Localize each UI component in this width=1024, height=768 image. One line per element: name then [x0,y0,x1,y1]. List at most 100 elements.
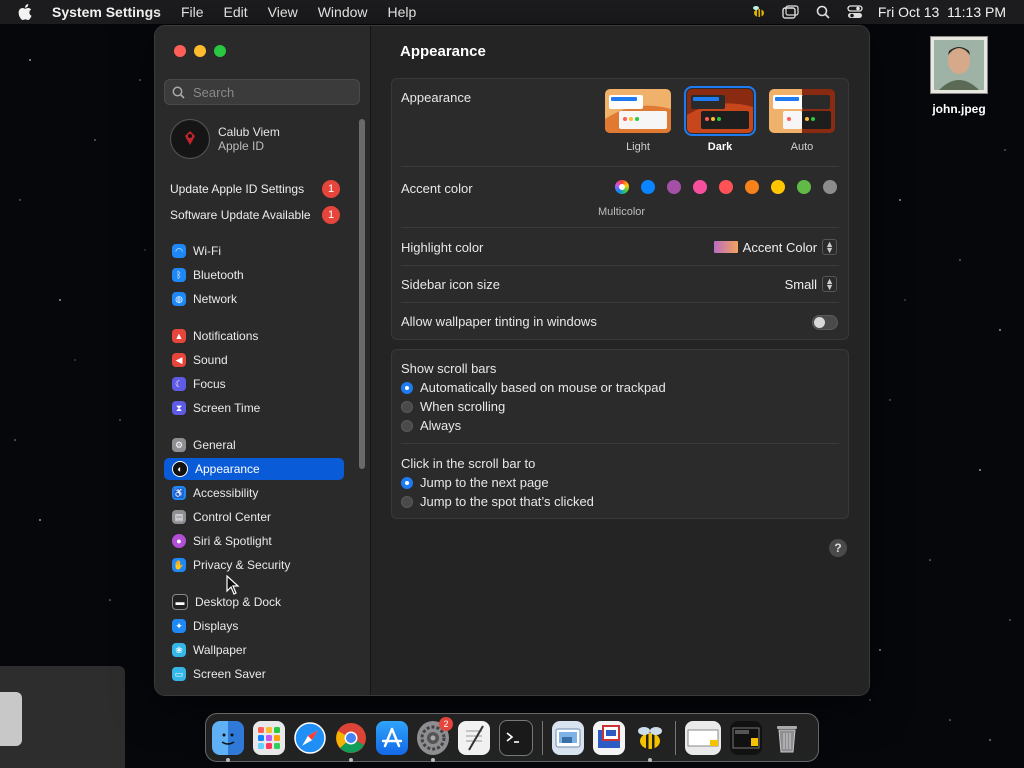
click-option-next-page[interactable]: Jump to the next page [401,475,549,490]
sidebar-item-appearance[interactable]: ◐ Appearance [164,458,344,480]
moon-icon: ☾ [172,377,186,391]
minimize-button[interactable] [194,45,206,57]
sidebar-item-screen-time[interactable]: ⧗ Screen Time [164,397,344,419]
divider [401,265,839,266]
launchpad-icon[interactable] [253,720,285,755]
sidebar-item-desktop-dock[interactable]: ▬ Desktop & Dock [164,591,344,613]
close-button[interactable] [174,45,186,57]
desktop-file[interactable]: john.jpeg [928,36,990,116]
apple-id-account[interactable]: Calub Viem Apple ID [170,119,280,159]
window-icon[interactable] [782,4,800,20]
wallpaper-tinting-toggle[interactable] [812,315,838,330]
radio-button[interactable] [401,419,413,432]
radio-button[interactable] [401,476,413,489]
dock: 2 [205,713,819,762]
scroll-bars-option-automatic[interactable]: Automatically based on mouse or trackpad [401,380,666,395]
remote-desktop-icon[interactable] [593,720,625,755]
search-icon[interactable] [814,4,832,20]
trash-icon[interactable] [771,721,803,755]
sidebar-item-network[interactable]: ◍ Network [164,288,344,310]
menu-edit[interactable]: Edit [224,4,248,20]
sidebar-item-control-center[interactable]: ▤ Control Center [164,506,344,528]
menu-file[interactable]: File [181,4,204,20]
theme-label: Auto [790,141,814,153]
terminal-icon[interactable] [499,719,533,756]
accent-swatch-multicolor[interactable] [615,180,629,194]
safari-icon[interactable] [294,721,326,755]
sidebar-item-siri-spotlight[interactable]: ● Siri & Spotlight [164,530,344,552]
theme-label: Light [626,141,650,153]
avatar [170,119,210,159]
sidebar-item-general[interactable]: ⚙ General [164,434,344,456]
menu-clock[interactable]: Fri Oct 13 11:13 PM [878,4,1006,20]
sidebar-item-wallpaper[interactable]: ❀ Wallpaper [164,639,344,661]
accent-swatch[interactable] [771,180,785,194]
sidebar-icon-size-popup[interactable]: Small ▲ ▼ [785,276,837,292]
theme-light[interactable]: Light [605,89,671,153]
click-option-spot-clicked[interactable]: Jump to the spot that’s clicked [401,494,594,509]
sidebar-item-sound[interactable]: ◀ Sound [164,349,344,371]
bee-app-icon[interactable] [634,721,666,762]
sidebar-item-label: Privacy & Security [193,558,291,572]
help-button[interactable]: ? [829,539,847,557]
search-input[interactable] [191,83,355,101]
account-subtitle: Apple ID [218,139,265,153]
control-center-icon[interactable] [846,4,864,20]
accent-swatch[interactable] [719,180,733,194]
radio-button[interactable] [401,495,413,508]
sidebar-item-label: Accessibility [193,486,259,500]
sidebar-item-wifi[interactable]: ◠ Wi-Fi [164,240,344,262]
theme-auto[interactable]: Auto [769,89,835,153]
search-icon [172,86,185,99]
zoom-button[interactable] [214,45,226,57]
sidebar-item-privacy-security[interactable]: ✋ Privacy & Security [164,554,344,576]
highlight-color-swatch [713,241,738,253]
sidebar-item-bluetooth[interactable]: ᛒ Bluetooth [164,264,344,286]
chevron-updown-icon: ▲ ▼ [822,239,837,255]
accent-swatch[interactable] [797,180,811,194]
software-update-notice[interactable]: Software Update Available 1 [170,206,340,224]
accent-swatch[interactable] [667,180,681,194]
accent-swatch[interactable] [693,180,707,194]
menu-app-name[interactable]: System Settings [52,4,161,20]
mouse-cursor-icon [226,575,240,595]
sidebar-scrollbar[interactable] [359,119,365,469]
finder-icon[interactable] [212,720,244,762]
show-scroll-bars-label: Show scroll bars [401,361,497,376]
radio-button[interactable] [401,381,413,394]
sidebar-item-label: Network [193,292,238,306]
screenshot-2-icon[interactable] [730,720,762,755]
notice-label: Update Apple ID Settings [170,182,305,196]
scroll-bars-option-always[interactable]: Always [401,418,461,433]
preview-icon[interactable] [552,720,584,755]
menu-help[interactable]: Help [388,4,417,20]
sidebar-item-screen-saver[interactable]: ▭ Screen Saver [164,663,344,685]
textedit-icon[interactable] [458,720,490,755]
apple-menu-icon[interactable] [18,4,36,20]
sidebar-item-label: Appearance [195,462,260,476]
menu-window[interactable]: Window [318,4,368,20]
accent-swatch[interactable] [641,180,655,194]
chrome-icon[interactable] [335,721,367,762]
radio-button[interactable] [401,400,413,413]
appearance-icon: ◐ [172,461,188,477]
accent-color-label: Accent color [401,181,473,196]
appearance-settings-group: Appearance Light Dark Auto Accent color … [391,78,849,340]
scroll-bars-option-when-scrolling[interactable]: When scrolling [401,399,505,414]
sidebar-item-notifications[interactable]: ▲ Notifications [164,325,344,347]
accent-swatch[interactable] [823,180,837,194]
bee-icon[interactable] [750,4,768,20]
background-window[interactable] [0,666,125,768]
theme-dark[interactable]: Dark [684,86,756,153]
accent-swatch[interactable] [745,180,759,194]
app-store-icon[interactable] [376,720,408,755]
update-apple-id-notice[interactable]: Update Apple ID Settings 1 [170,180,340,198]
search-field[interactable] [164,79,360,105]
sidebar-item-displays[interactable]: ✦ Displays [164,615,344,637]
highlight-color-popup[interactable]: Accent Color ▲ ▼ [713,239,837,255]
sidebar-item-accessibility[interactable]: ♿ Accessibility [164,482,344,504]
system-settings-icon[interactable]: 2 [417,716,453,762]
menu-view[interactable]: View [268,4,298,20]
sidebar-item-focus[interactable]: ☾ Focus [164,373,344,395]
screenshot-icon[interactable] [685,720,721,755]
